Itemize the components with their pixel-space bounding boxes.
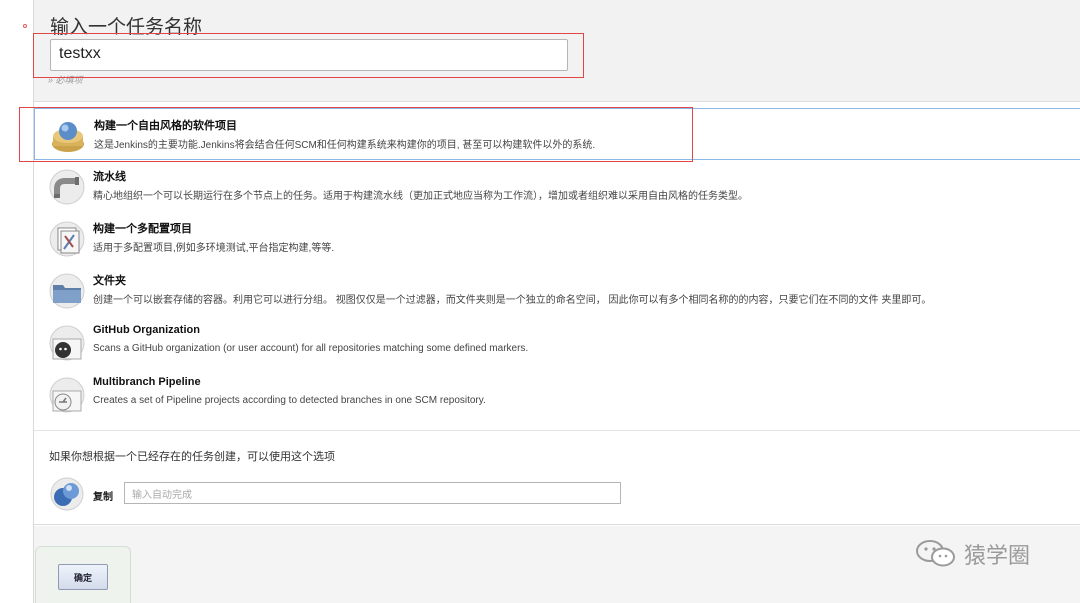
item-type-title: 文件夹	[93, 275, 126, 287]
item-type-description: 创建一个可以嵌套存储的容器。利用它可以进行分组。 视图仅仅是一个过滤器，而文件夹…	[93, 295, 932, 306]
watermark-text: 猿学圈	[964, 544, 1031, 569]
item-type-title: 构建一个多配置项目	[93, 223, 192, 235]
item-name-section: 输入一个任务名称 testxx » 必填项	[33, 0, 1080, 102]
item-type-title: GitHub Organization	[93, 324, 200, 336]
item-highlight-box	[19, 107, 693, 162]
item-type-github-organization[interactable]: GitHub Organization Scans a GitHub organ…	[34, 316, 1080, 368]
wechat-icon	[916, 540, 955, 567]
item-type-pipeline[interactable]: 流水线 精心地组织一个可以长期运行在多个节点上的任务。适用于构建流水线（更加正式…	[34, 160, 1080, 212]
item-type-description: 精心地组织一个可以长期运行在多个节点上的任务。适用于构建流水线（更加正式地应当称…	[93, 191, 748, 202]
github-organization-icon	[49, 325, 85, 361]
copy-label: 复制	[93, 492, 113, 503]
marker-dot	[23, 24, 27, 28]
multi-config-project-icon	[49, 221, 85, 257]
copy-icon	[50, 477, 84, 511]
item-type-multibranch-pipeline[interactable]: Multibranch Pipeline Creates a set of Pi…	[34, 368, 1080, 420]
new-item-panel: 输入一个任务名称 testxx » 必填项 构建一个自由风格的软件项目 这是Je…	[19, 0, 1080, 603]
item-type-multi-config[interactable]: 构建一个多配置项目 适用于多配置项目,例如多环境测试,平台指定构建,等等.	[34, 212, 1080, 264]
folder-icon	[49, 273, 85, 309]
pipeline-icon	[49, 169, 85, 205]
copy-hint: 如果你想根据一个已经存在的任务创建，可以使用这个选项	[49, 451, 335, 463]
item-type-description: 适用于多配置项目,例如多环境测试,平台指定构建,等等.	[93, 243, 335, 254]
watermark: 猿学圈	[914, 538, 1030, 570]
multibranch-pipeline-icon	[49, 377, 85, 413]
item-type-freestyle[interactable]: 构建一个自由风格的软件项目 这是Jenkins的主要功能.Jenkins将会结合…	[19, 107, 1080, 162]
item-type-title: Multibranch Pipeline	[93, 376, 201, 388]
item-type-description: Creates a set of Pipeline projects accor…	[93, 395, 486, 406]
ok-button[interactable]: 确定	[58, 564, 108, 590]
item-type-title: 流水线	[93, 171, 126, 183]
item-type-folder[interactable]: 文件夹 创建一个可以嵌套存储的容器。利用它可以进行分组。 视图仅仅是一个过滤器，…	[34, 264, 1080, 316]
copy-from-section: 如果你想根据一个已经存在的任务创建，可以使用这个选项 复制 输入自动完成	[34, 430, 1080, 525]
copy-from-input[interactable]: 输入自动完成	[124, 482, 621, 504]
item-type-list: 构建一个自由风格的软件项目 这是Jenkins的主要功能.Jenkins将会结合…	[19, 107, 1080, 420]
item-type-description: Scans a GitHub organization (or user acc…	[93, 343, 529, 354]
name-highlight-box	[33, 33, 584, 78]
new-item-page: 输入一个任务名称 testxx » 必填项 构建一个自由风格的软件项目 这是Je…	[0, 0, 1080, 603]
